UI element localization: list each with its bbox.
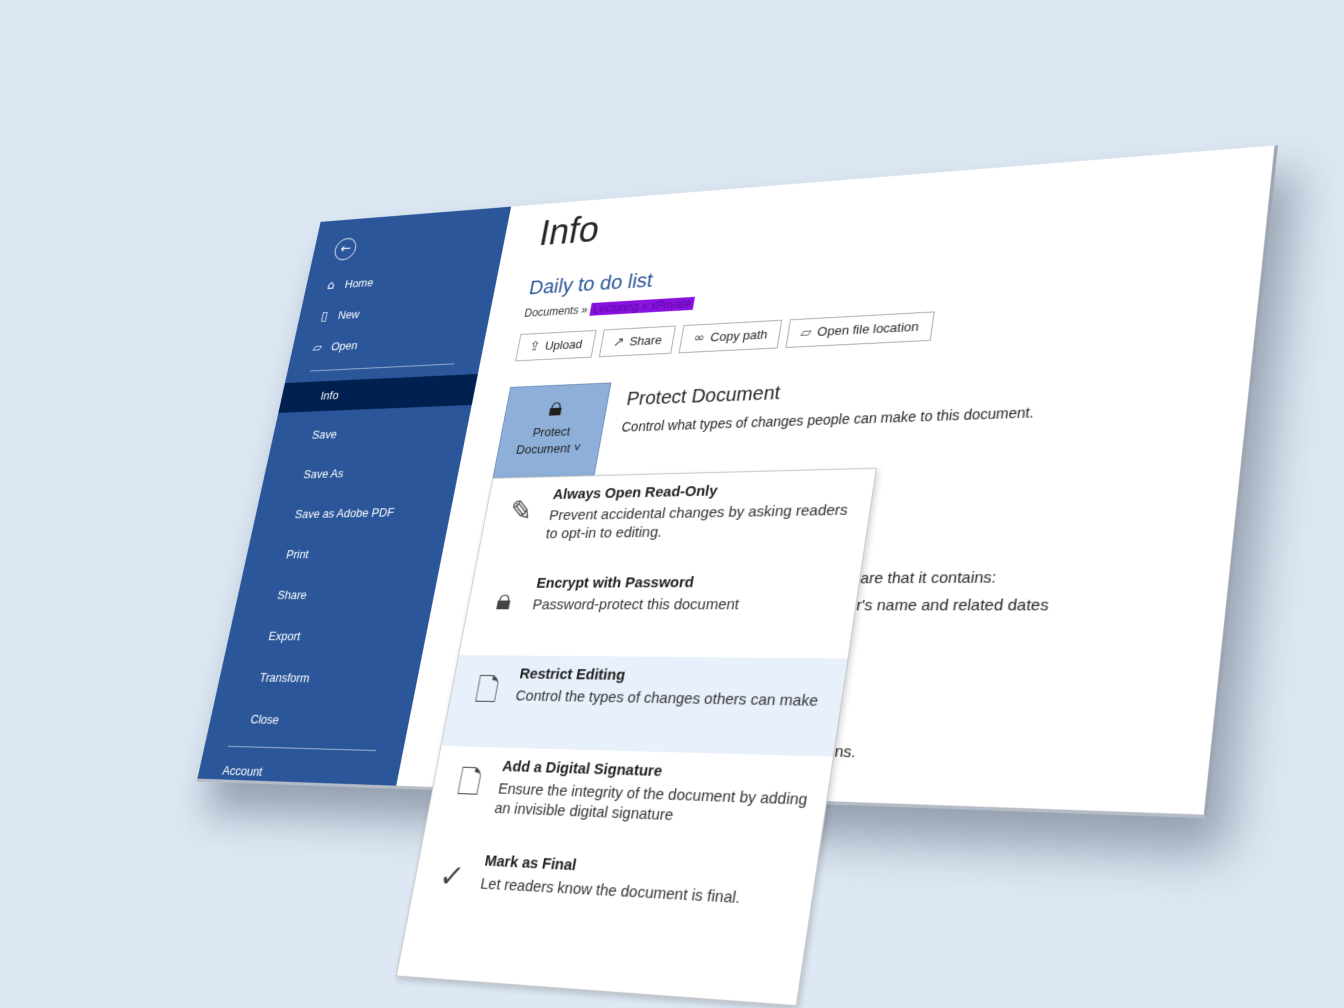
- copy-path-button[interactable]: ∞ Copy path: [678, 319, 783, 354]
- inspect-text-partial-3: ns.: [833, 742, 858, 762]
- page-title: Info: [536, 209, 603, 254]
- menu-item-always-open-read-only[interactable]: ✎ Always Open Read-Only Prevent accident…: [476, 469, 875, 566]
- sidebar-item-account[interactable]: Account: [196, 754, 402, 794]
- protect-document-button[interactable]: 🔒︎ Protect Document ˅: [492, 382, 612, 480]
- sidebar-item-close[interactable]: Close: [207, 703, 412, 740]
- doc-lock-icon: 🗋: [472, 672, 502, 709]
- lock-key-icon: 🔒︎: [546, 390, 566, 423]
- inspect-text-partial-1: are that it contains:: [859, 568, 998, 588]
- menu-item-encrypt-with-password[interactable]: 🔒︎ Encrypt with Password Password-protec…: [459, 563, 862, 659]
- sidebar-divider-bottom: [227, 745, 377, 752]
- menu-item-mark-as-final[interactable]: ✓ Mark as Final Let readers know the doc…: [405, 839, 818, 960]
- doc-check-icon: ✓: [436, 858, 467, 896]
- folder-icon: ▱: [799, 324, 813, 341]
- sidebar-divider: [309, 363, 455, 372]
- breadcrumb-highlighted-path[interactable]: Lecturing » xPrivate: [589, 296, 696, 316]
- back-arrow-icon[interactable]: ←: [332, 237, 359, 261]
- backstage-window: ← ⌂ Home ▯ New ▱ Open Info Save Save As Sav…: [196, 145, 1278, 1007]
- protect-section-description: Control what types of changes people can…: [620, 404, 1036, 435]
- menu-item-add-digital-signature[interactable]: 🗋 Add a Digital Signature Ensure the int…: [423, 746, 833, 857]
- stage: ← ⌂ Home ▯ New ▱ Open Info Save Save As Sav…: [0, 0, 1344, 1008]
- lock-key-icon: 🔒︎: [493, 583, 515, 618]
- sidebar-item-transform[interactable]: Transform: [216, 661, 420, 696]
- inspect-text-partial-2: r's name and related dates: [855, 596, 1050, 615]
- protect-document-menu: ✎ Always Open Read-Only Prevent accident…: [395, 467, 877, 1007]
- open-file-location-button[interactable]: ▱ Open file location: [785, 311, 935, 349]
- sidebar-item-save-as-pdf[interactable]: Save as Adobe PDF: [252, 496, 454, 531]
- sidebar-item-save-as[interactable]: Save As: [261, 455, 462, 491]
- new-document-icon: ▯: [319, 309, 329, 324]
- share-button[interactable]: ↗ Share: [598, 325, 677, 358]
- sidebar-item-share[interactable]: Share: [234, 579, 437, 612]
- pencil-no-icon: ✎: [506, 494, 536, 529]
- sidebar-item-export[interactable]: Export: [225, 620, 428, 653]
- sidebar-item-info[interactable]: Info: [278, 373, 478, 413]
- doc-ribbon-icon: 🗋: [454, 764, 485, 801]
- upload-button[interactable]: ⇪ Upload: [515, 329, 597, 362]
- open-folder-icon: ▱: [311, 340, 324, 355]
- protect-section-title: Protect Document: [624, 382, 782, 410]
- sidebar-item-print[interactable]: Print: [243, 537, 445, 571]
- share-icon: ↗: [611, 334, 626, 351]
- breadcrumb: Documents » Lecturing » xPrivate: [523, 296, 696, 320]
- link-icon: ∞: [692, 330, 707, 347]
- home-icon: ⌂: [326, 278, 337, 293]
- file-actions: ⇪ Upload ↗ Share ∞ Copy path ▱ Open file loc…: [515, 311, 935, 362]
- menu-item-restrict-editing[interactable]: 🗋 Restrict Editing Control the types of …: [441, 655, 848, 757]
- sidebar-item-save[interactable]: Save: [270, 414, 470, 452]
- info-pane: Info Daily to do list Documents » Lectur…: [395, 145, 1274, 1007]
- document-name: Daily to do list: [527, 268, 655, 299]
- upload-icon: ⇪: [527, 339, 542, 355]
